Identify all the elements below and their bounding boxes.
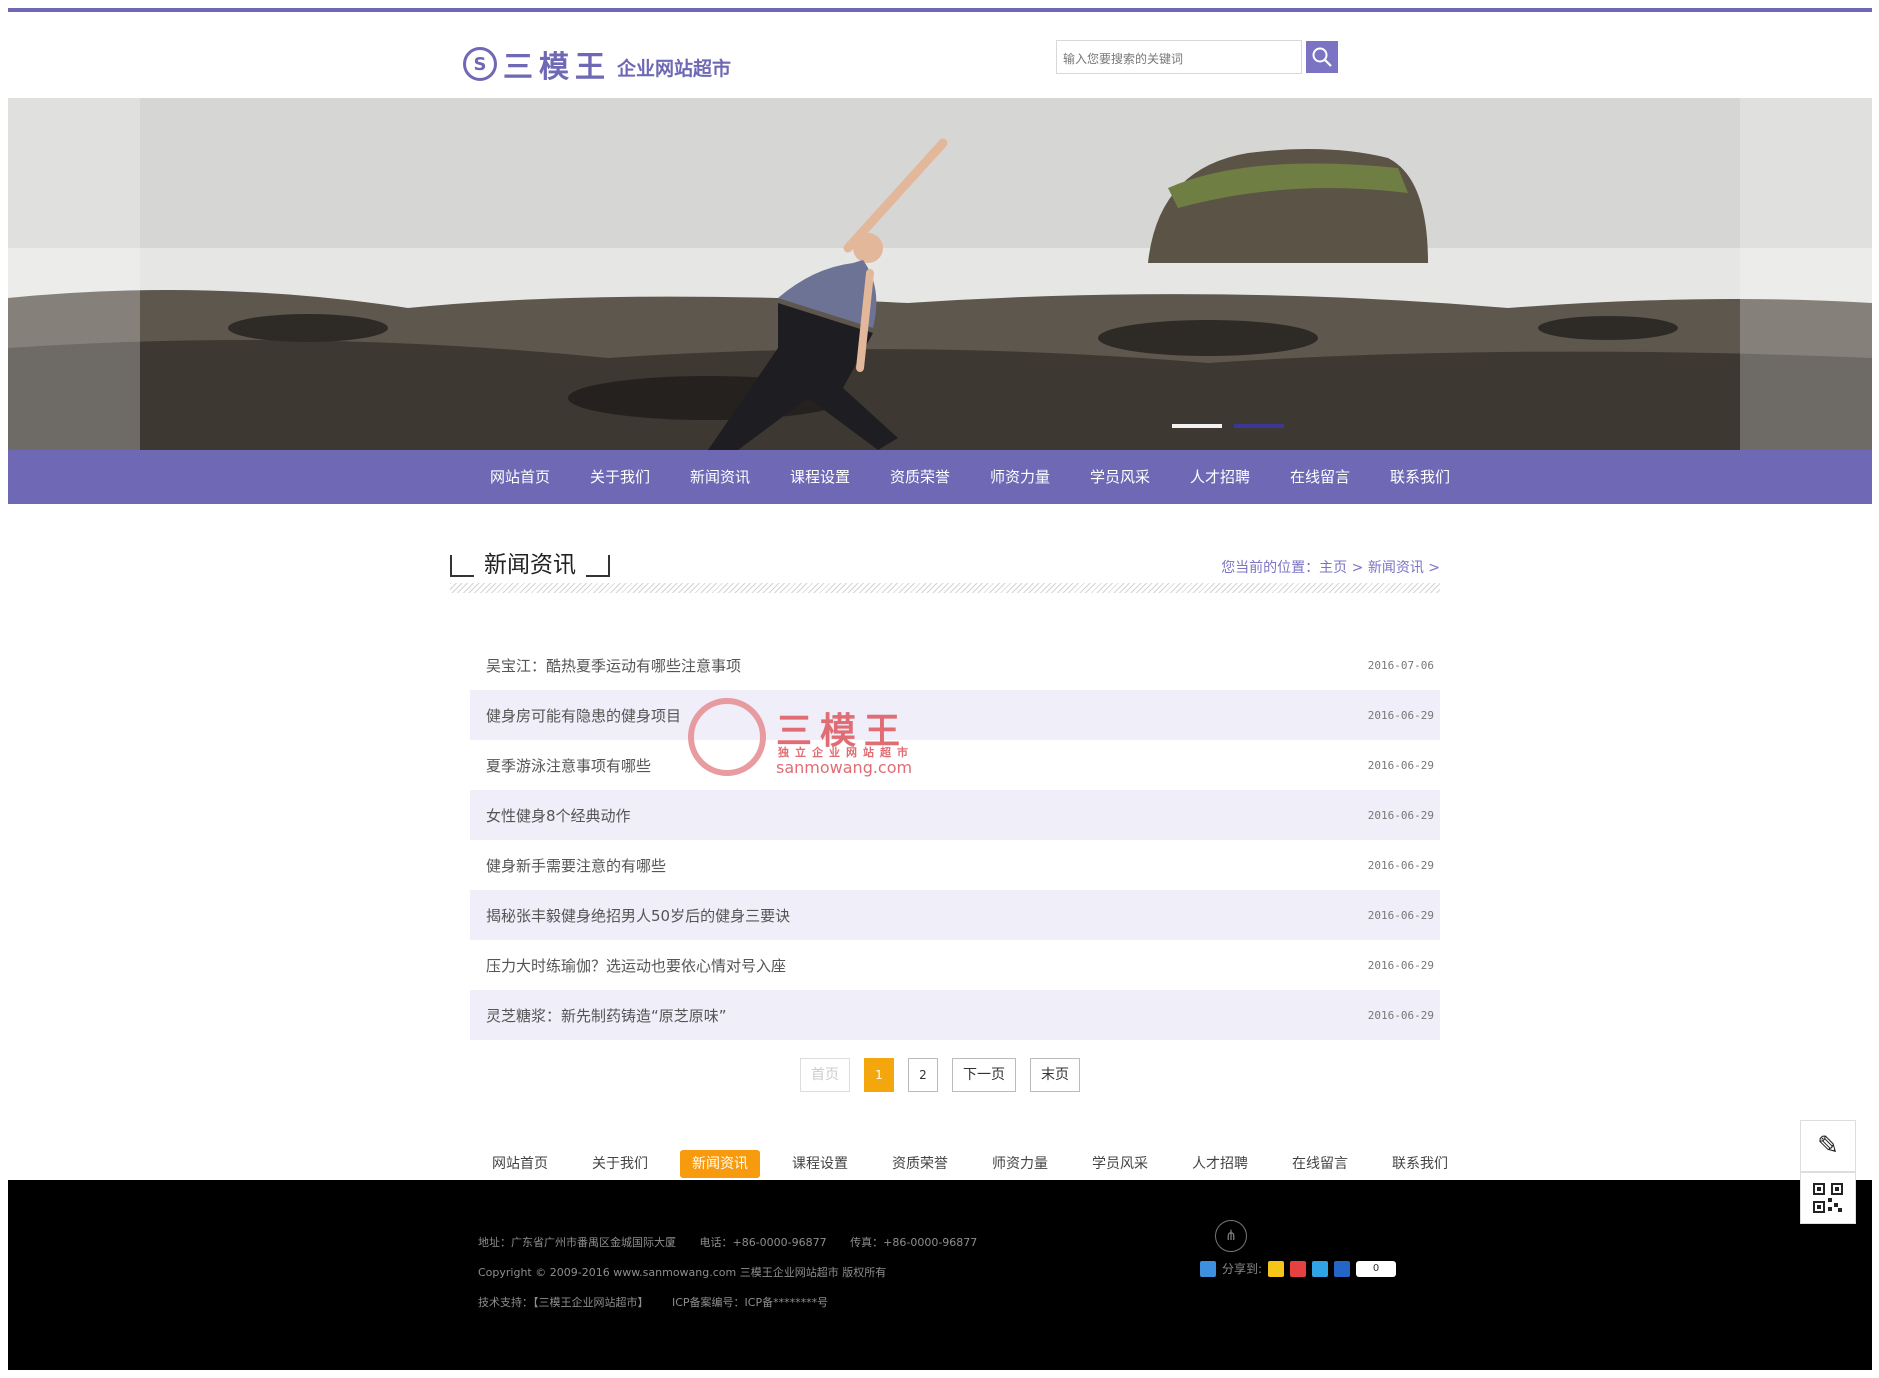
news-title[interactable]: 健身房可能有隐患的健身项目 [486,705,681,726]
footer-nav-message[interactable]: 在线留言 [1270,1150,1370,1178]
pagination: 首页 1 2 下一页 末页 [800,1058,1080,1092]
news-title[interactable]: 揭秘张丰毅健身绝招男人50岁后的健身三要诀 [486,905,790,926]
list-item[interactable]: 健身房可能有隐患的健身项目 2016-06-29 [470,690,1440,740]
news-title[interactable]: 夏季游泳注意事项有哪些 [486,755,651,776]
search-input[interactable]: 输入您要搜索的关键词 [1056,40,1302,74]
news-title[interactable]: 压力大时练瑜伽？选运动也要依心情对号入座 [486,955,786,976]
header: S 三模王 企业网站超市 输入您要搜索的关键词 [8,12,1872,106]
news-list: 吴宝江：酷热夏季运动有哪些注意事项 2016-07-06 健身房可能有隐患的健身… [470,640,1440,1040]
footer-nav-jobs[interactable]: 人才招聘 [1170,1150,1270,1178]
search-button[interactable] [1306,41,1338,73]
watermark: 三模王 独立企业网站超市 sanmowang.com [688,698,938,778]
nav-item-teachers[interactable]: 师资力量 [970,450,1070,504]
slide-dot-2[interactable] [1234,424,1284,428]
nav-item-honors[interactable]: 资质荣誉 [870,450,970,504]
share-qzone-icon[interactable] [1268,1260,1285,1277]
news-date: 2016-06-29 [1367,1008,1434,1022]
share-renren-icon[interactable] [1334,1260,1351,1277]
nav-item-news[interactable]: 新闻资讯 [670,450,770,504]
list-item[interactable]: 吴宝江：酷热夏季运动有哪些注意事项 2016-07-06 [470,640,1440,690]
list-item[interactable]: 夏季游泳注意事项有哪些 2016-06-29 [470,740,1440,790]
banner-image [8,98,1872,450]
footer-info: 地址：广东省广州市番禺区金城国际大厦 电话：+86-0000-96877 传真：… [478,1228,997,1318]
nav-item-about[interactable]: 关于我们 [570,450,670,504]
footer-nav-about[interactable]: 关于我们 [570,1150,670,1178]
news-date: 2016-06-29 [1367,808,1434,822]
news-date: 2016-06-29 [1367,708,1434,722]
footer-nav-courses[interactable]: 课程设置 [770,1150,870,1178]
main-nav: 网站首页 关于我们 新闻资讯 课程设置 资质荣誉 师资力量 学员风采 人才招聘 … [8,450,1872,504]
nav-item-home[interactable]: 网站首页 [470,450,570,504]
list-item[interactable]: 灵芝糖浆：新先制药铸造“原芝原味” 2016-06-29 [470,990,1440,1040]
news-title[interactable]: 健身新手需要注意的有哪些 [486,855,666,876]
banner-next-slide [1740,98,1872,450]
footer-nav-home[interactable]: 网站首页 [470,1150,570,1178]
share-count: 0 [1356,1260,1397,1277]
footer-nav: 网站首页 关于我们 新闻资讯 课程设置 资质荣誉 师资力量 学员风采 人才招聘 … [470,1150,1470,1178]
news-date: 2016-06-29 [1367,858,1434,872]
nav-item-contact[interactable]: 联系我们 [1370,450,1470,504]
news-date: 2016-06-29 [1367,908,1434,922]
nav-item-courses[interactable]: 课程设置 [770,450,870,504]
footer-nav-contact[interactable]: 联系我们 [1370,1150,1470,1178]
news-date: 2016-06-29 [1367,958,1434,972]
footer-nav-students[interactable]: 学员风采 [1070,1150,1170,1178]
last-page-button[interactable]: 末页 [1030,1058,1080,1092]
watermark-logo-icon [688,698,766,776]
share-label: 分享到: [1222,1262,1263,1276]
slide-dot-1[interactable] [1172,424,1222,428]
news-title[interactable]: 女性健身8个经典动作 [486,805,631,826]
share-plus-icon[interactable] [1200,1260,1216,1277]
search-icon [1312,47,1332,67]
list-item[interactable]: 压力大时练瑜伽？选运动也要依心情对号入座 2016-06-29 [470,940,1440,990]
footer-fax: 传真：+86-0000-96877 [850,1236,978,1249]
news-date: 2016-06-29 [1367,758,1434,772]
share-weibo-icon[interactable] [1290,1260,1307,1277]
watermark-url: sanmowang.com [776,758,913,777]
footer-support[interactable]: 技术支持：【三模王企业网站超市】 [478,1296,649,1309]
page-2-button[interactable]: 2 [908,1058,938,1092]
next-page-button[interactable]: 下一页 [952,1058,1016,1092]
list-item[interactable]: 揭秘张丰毅健身绝招男人50岁后的健身三要诀 2016-06-29 [470,890,1440,940]
logo-brand-name: 三模王 [503,50,611,85]
nav-item-message[interactable]: 在线留言 [1270,450,1370,504]
edit-icon[interactable]: ✎ [1800,1120,1856,1172]
list-item[interactable]: 女性健身8个经典动作 2016-06-29 [470,790,1440,840]
footer-copyright: Copyright © 2009-2016 www.sanmowang.com … [478,1266,887,1279]
page-title: 新闻资讯 [474,545,586,579]
news-title[interactable]: 灵芝糖浆：新先制药铸造“原芝原味” [486,1005,727,1026]
qrcode-icon[interactable] [1800,1172,1856,1224]
first-page-button[interactable]: 首页 [800,1058,850,1092]
share-bar: 分享到: 0 [1200,1260,1397,1277]
section-title-box: 新闻资讯 [450,545,610,579]
slide-indicators [1172,424,1284,428]
news-title[interactable]: 吴宝江：酷热夏季运动有哪些注意事项 [486,655,741,676]
news-date: 2016-07-06 [1367,658,1434,672]
breadcrumb[interactable]: 您当前的位置：主页 > 新闻资讯 > [1221,557,1440,577]
footer: 地址：广东省广州市番禺区金城国际大厦 电话：+86-0000-96877 传真：… [8,1180,1872,1370]
logo[interactable]: S 三模王 企业网站超市 [463,42,731,86]
nav-item-students[interactable]: 学员风采 [1070,450,1170,504]
nav-item-jobs[interactable]: 人才招聘 [1170,450,1270,504]
share-tqq-icon[interactable] [1312,1260,1329,1277]
side-tools: ✎ [1800,1120,1856,1224]
footer-nav-honors[interactable]: 资质荣誉 [870,1150,970,1178]
page-frame: S 三模王 企业网站超市 输入您要搜索的关键词 网站首页 关于我们 新闻资讯 课… [8,8,1872,1370]
logo-subtitle: 企业网站超市 [617,57,732,80]
footer-nav-teachers[interactable]: 师资力量 [970,1150,1070,1178]
banner-prev-slide [8,98,140,450]
footer-icp[interactable]: ICP备案编号：ICP备********号 [672,1296,828,1309]
banner-slideshow[interactable] [8,98,1872,450]
sitemap-icon[interactable]: ⋔ [1215,1220,1247,1252]
footer-address: 地址：广东省广州市番禺区金城国际大厦 [478,1236,676,1249]
footer-phone: 电话：+86-0000-96877 [699,1236,827,1249]
list-item[interactable]: 健身新手需要注意的有哪些 2016-06-29 [470,840,1440,890]
page-1-button[interactable]: 1 [864,1058,894,1092]
section-divider [450,583,1440,593]
logo-icon: S [463,47,497,81]
footer-nav-news[interactable]: 新闻资讯 [680,1150,760,1178]
